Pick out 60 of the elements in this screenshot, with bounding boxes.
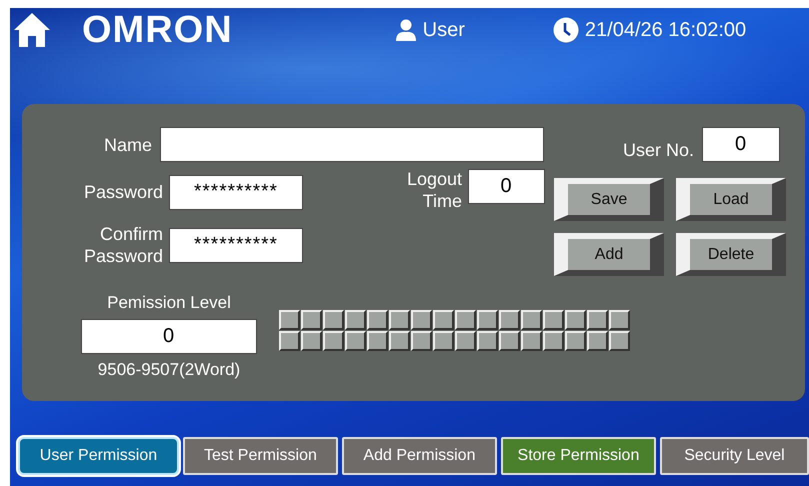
bit-toggle[interactable] [389, 310, 410, 330]
tab[interactable]: Security Level [660, 437, 809, 475]
user-no-label: User No. [622, 138, 694, 160]
bit-toggle[interactable] [345, 310, 366, 330]
logo: OMRON [82, 8, 233, 52]
bit-toggle[interactable] [521, 310, 542, 330]
action-button[interactable]: Delete [676, 233, 786, 276]
action-button[interactable]: Load [676, 178, 786, 221]
bit-toggle[interactable] [411, 310, 432, 330]
bit-toggle[interactable] [279, 331, 300, 351]
home-icon[interactable] [12, 10, 52, 50]
bit-toggle[interactable] [323, 310, 344, 330]
bit-toggle[interactable] [389, 331, 410, 351]
confirm-password-label: Confirm Password [82, 223, 163, 267]
bit-toggle[interactable] [543, 331, 564, 351]
tab[interactable]: Test Permission [182, 437, 338, 475]
bit-toggle[interactable] [433, 310, 454, 330]
password-field[interactable]: ********** [169, 174, 303, 210]
user-no-field[interactable]: 0 [702, 127, 780, 162]
bit-toggle[interactable] [345, 331, 366, 351]
permission-level-field[interactable]: 0 [81, 319, 257, 354]
bit-toggle[interactable] [565, 331, 586, 351]
bit-toggle[interactable] [609, 331, 630, 351]
bit-toggle[interactable] [477, 310, 498, 330]
confirm-password-field[interactable]: ********** [169, 228, 303, 262]
password-label: Password [82, 181, 163, 203]
bit-toggle[interactable] [587, 331, 608, 351]
name-field[interactable] [160, 127, 544, 162]
tab[interactable]: Add Permission [342, 437, 497, 475]
user-icon [394, 19, 417, 41]
user-name: User [422, 18, 465, 42]
bit-toggle[interactable] [587, 310, 608, 330]
bit-toggle[interactable] [455, 331, 476, 351]
clock-icon [552, 17, 579, 43]
bit-toggle[interactable] [411, 331, 432, 351]
tab[interactable]: Store Permission [500, 437, 656, 475]
bit-toggle[interactable] [433, 331, 454, 351]
date-time: 21/04/26 16:02:00 [584, 18, 746, 42]
bit-toggle[interactable] [367, 331, 388, 351]
bit-toggle[interactable] [455, 310, 476, 330]
logout-time-label: Logout Time [406, 168, 462, 212]
bit-toggle[interactable] [499, 310, 520, 330]
bit-toggle[interactable] [565, 310, 586, 330]
bit-toggle[interactable] [543, 310, 564, 330]
name-label: Name [102, 134, 152, 156]
bit-toggle[interactable] [301, 331, 322, 351]
permission-level-label: Pemission Level [107, 293, 231, 313]
permission-caption: 9506-9507(2Word) [98, 360, 240, 380]
logout-time-field[interactable]: 0 [468, 169, 545, 204]
bit-toggle[interactable] [279, 310, 300, 330]
bit-toggle[interactable] [477, 331, 498, 351]
tab[interactable]: User Permission [18, 437, 179, 475]
bit-toggle[interactable] [323, 331, 344, 351]
bit-toggle[interactable] [609, 310, 630, 330]
bit-toggle[interactable] [499, 331, 520, 351]
bit-toggle[interactable] [301, 310, 322, 330]
bit-toggle[interactable] [367, 310, 388, 330]
bit-toggle[interactable] [521, 331, 542, 351]
action-button[interactable]: Add [554, 233, 664, 276]
action-button[interactable]: Save [554, 178, 664, 221]
